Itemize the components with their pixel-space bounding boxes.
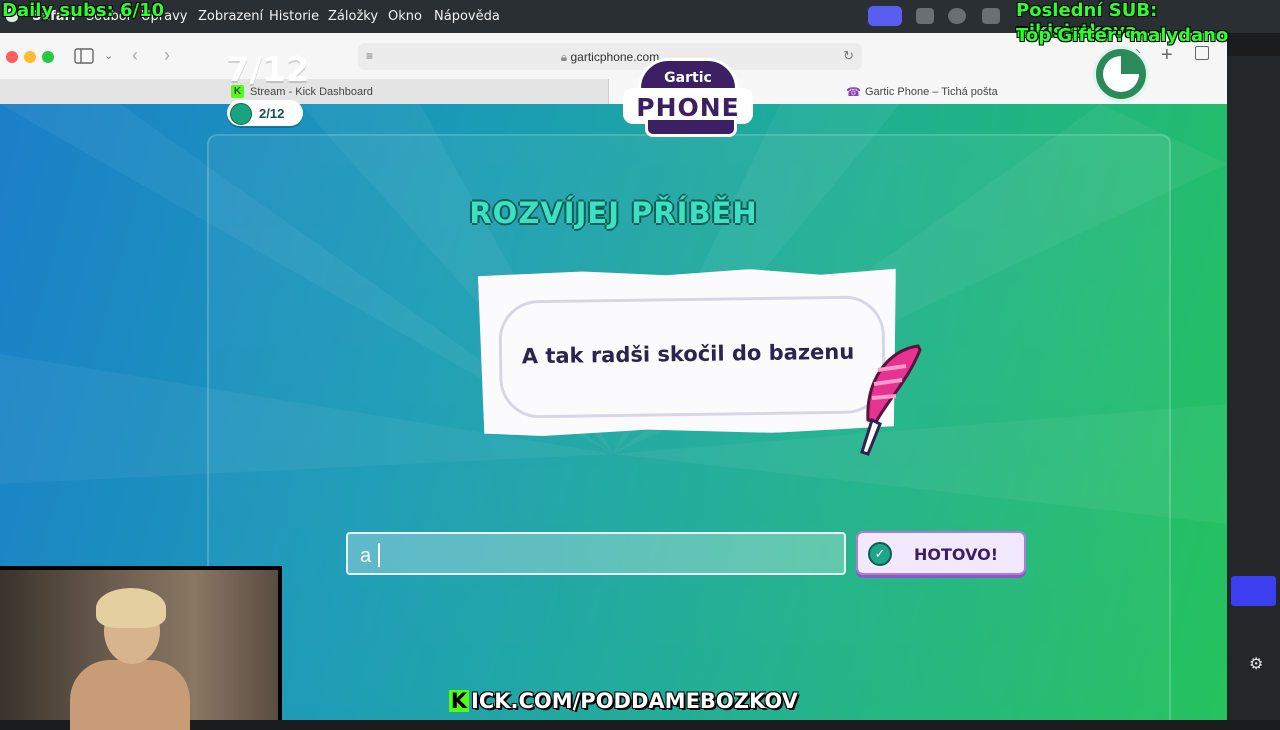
- players-icon: [230, 103, 252, 125]
- logo-main-text: PHONE: [636, 93, 740, 122]
- round-counter: 7/12: [226, 50, 310, 90]
- sidebar-icon[interactable]: [74, 48, 94, 64]
- reload-icon[interactable]: ↻: [843, 48, 854, 64]
- screen-share-icon[interactable]: [868, 6, 902, 26]
- back-icon[interactable]: ‹: [132, 45, 138, 66]
- tab-bar: K Stream - Kick Dashboard ✕ ☎ Gartic Pho…: [0, 79, 1227, 104]
- tab-label: Gartic Phone – Tichá pošta: [865, 86, 998, 98]
- daily-subs-overlay: Daily subs: 6/10: [2, 0, 165, 21]
- gear-icon[interactable]: ⚙: [1249, 654, 1263, 674]
- tab-overview-icon[interactable]: [1195, 46, 1209, 60]
- timer-face: [1103, 56, 1139, 92]
- logo-top-text: Gartic: [664, 70, 712, 86]
- kick-logo-icon: K: [449, 689, 469, 713]
- top-gifter-overlay: Top Gifter: malydano: [1016, 25, 1229, 46]
- story-card: A tak radši skočil do bazenu: [478, 267, 898, 437]
- task-heading: ROZVÍJEJ PŘÍBĚH: [469, 196, 758, 230]
- minimize-window-button[interactable]: [24, 51, 36, 63]
- chevron-down-icon[interactable]: ⌄: [104, 49, 113, 62]
- zoom-window-button[interactable]: [42, 51, 54, 63]
- forward-icon[interactable]: ›: [164, 45, 170, 66]
- webcam-overlay: [0, 566, 282, 730]
- kick-url-text: ICK.COM/PODDAMEBOZKOV: [471, 689, 798, 713]
- timer-clock-icon: [1093, 46, 1149, 102]
- players-done-badge: 2/12: [227, 100, 303, 126]
- menu-item-zobrazeni[interactable]: Zobrazení: [198, 9, 263, 24]
- url-text[interactable]: 🔒︎ garticphone.com: [358, 50, 862, 65]
- gartic-phone-logo: Gartic PHONE: [623, 58, 753, 137]
- done-button-label: HOTOVO!: [914, 545, 999, 564]
- address-bar[interactable]: ≡ 🔒︎ garticphone.com ↻: [358, 43, 862, 70]
- quill-feather-icon: [860, 344, 922, 456]
- background-app-button[interactable]: [1231, 576, 1276, 606]
- bed-icon[interactable]: [982, 8, 1000, 24]
- close-window-button[interactable]: [6, 51, 18, 63]
- done-button[interactable]: ✓ HOTOVO!: [856, 531, 1026, 575]
- menu-item-zalozky[interactable]: Záložky: [328, 9, 378, 24]
- background-app-window: ⚙: [1227, 56, 1280, 720]
- menu-item-okno[interactable]: Okno: [388, 9, 422, 24]
- new-tab-icon[interactable]: +: [1161, 44, 1173, 67]
- status-icon[interactable]: [916, 8, 934, 24]
- text-caret: [378, 543, 380, 567]
- vpn-icon[interactable]: [948, 8, 966, 24]
- menu-item-napoveda[interactable]: Nápověda: [434, 9, 500, 24]
- logo-base: [645, 120, 737, 137]
- kick-url-overlay: K ICK.COM/PODDAMEBOZKOV: [449, 689, 798, 713]
- story-input[interactable]: a: [346, 532, 846, 575]
- menu-item-historie[interactable]: Historie: [269, 9, 319, 24]
- check-icon: ✓: [868, 542, 892, 566]
- streamer-hair: [96, 588, 166, 628]
- players-done-count: 2/12: [259, 106, 285, 121]
- story-input-value: a: [360, 545, 372, 567]
- phone-favicon-icon: ☎: [846, 85, 861, 99]
- logo-mid: PHONE: [623, 88, 753, 124]
- lock-icon: 🔒︎: [560, 50, 568, 64]
